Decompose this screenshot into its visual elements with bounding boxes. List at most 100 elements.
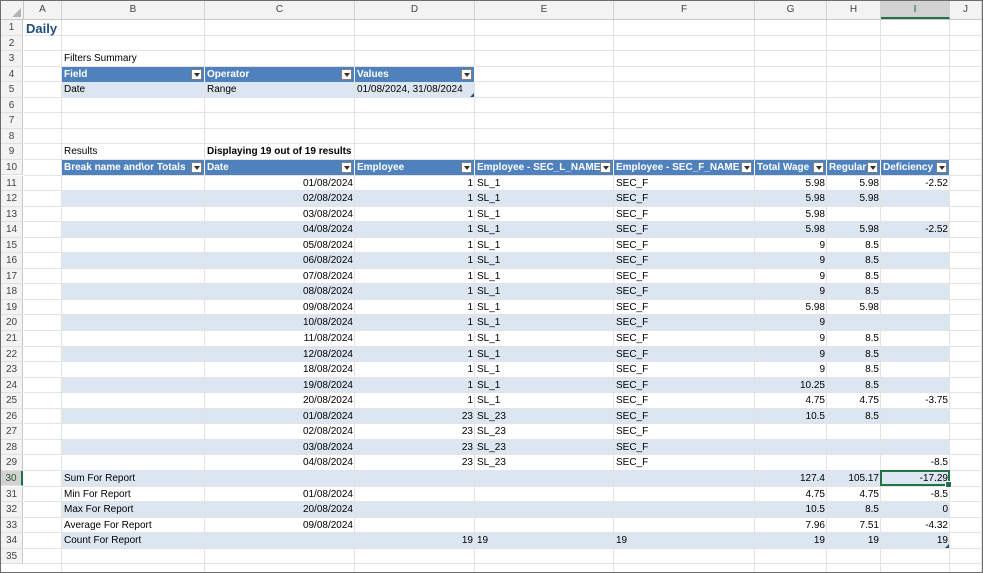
row-header-8[interactable]: 8 <box>1 128 23 145</box>
filters-header-0[interactable]: Field <box>62 66 205 83</box>
table-cell[interactable]: SEC_F <box>614 253 755 269</box>
table-cell[interactable]: 10/08/2024 <box>205 315 355 331</box>
table-cell[interactable]: 19 <box>614 533 755 549</box>
table-cell[interactable]: 4.75 <box>755 487 827 503</box>
filter-dropdown-icon[interactable] <box>191 161 202 173</box>
table-cell[interactable]: SL_1 <box>475 362 614 378</box>
row-header-23[interactable]: 23 <box>1 362 23 378</box>
table-cell[interactable]: 20/08/2024 <box>205 502 355 518</box>
filter-dropdown-icon[interactable] <box>461 161 472 173</box>
row-header-7[interactable]: 7 <box>1 113 23 129</box>
table-cell[interactable]: 1 <box>355 378 475 394</box>
table-cell[interactable]: SEC_F <box>614 393 755 409</box>
table-cell[interactable]: SL_1 <box>475 300 614 316</box>
row-header-33[interactable]: 33 <box>1 517 23 534</box>
table-resize-handle[interactable] <box>470 92 474 97</box>
column-header-c[interactable]: C <box>205 1 355 19</box>
table-cell[interactable]: 1 <box>355 315 475 331</box>
table-cell[interactable]: 127.4 <box>755 471 827 487</box>
table-cell[interactable]: 06/08/2024 <box>205 253 355 269</box>
table-cell[interactable]: 1 <box>355 362 475 378</box>
table-cell[interactable]: SL_1 <box>475 191 614 207</box>
table-cell[interactable]: 8.5 <box>827 253 881 269</box>
table-cell[interactable]: Max For Report <box>62 502 205 518</box>
table-cell[interactable]: SEC_F <box>614 300 755 316</box>
table-cell[interactable]: 9 <box>755 253 827 269</box>
filter-dropdown-icon[interactable] <box>867 161 878 173</box>
table-header-0[interactable]: Break name and\or Totals <box>62 159 205 176</box>
row-header-27[interactable]: 27 <box>1 424 23 440</box>
table-cell[interactable]: 9 <box>755 284 827 300</box>
table-cell[interactable]: 4.75 <box>755 393 827 409</box>
table-cell[interactable]: -4.32 <box>881 518 950 534</box>
row-header-32[interactable]: 32 <box>1 502 23 518</box>
results-label[interactable]: Results <box>62 144 205 160</box>
table-cell[interactable]: 03/08/2024 <box>205 207 355 223</box>
table-cell[interactable]: SEC_F <box>614 284 755 300</box>
table-cell[interactable]: 23 <box>355 440 475 456</box>
row-header-21[interactable]: 21 <box>1 331 23 347</box>
row-header-22[interactable]: 22 <box>1 346 23 363</box>
fill-handle[interactable] <box>945 481 952 489</box>
row-header-5[interactable]: 5 <box>1 82 23 98</box>
row-header-4[interactable]: 4 <box>1 66 23 83</box>
table-cell[interactable]: SL_1 <box>475 331 614 347</box>
worksheet-grid[interactable]: Daily Filters Summary Field Operator Values D… <box>24 20 982 572</box>
table-cell[interactable]: 4.75 <box>827 393 881 409</box>
table-cell[interactable]: -2.52 <box>881 222 950 238</box>
table-cell[interactable]: 0 <box>881 502 950 518</box>
table-cell[interactable]: 1 <box>355 300 475 316</box>
table-header-3[interactable]: Employee - SEC_L_NAME <box>475 159 614 176</box>
table-cell[interactable]: 5.98 <box>827 222 881 238</box>
row-header-17[interactable]: 17 <box>1 268 23 285</box>
row-header-35[interactable]: 35 <box>1 548 23 565</box>
table-cell[interactable]: 9 <box>755 331 827 347</box>
table-cell[interactable]: 1 <box>355 347 475 363</box>
table-cell[interactable]: 02/08/2024 <box>205 191 355 207</box>
table-cell[interactable]: 19 <box>755 533 827 549</box>
table-cell[interactable]: SEC_F <box>614 176 755 192</box>
row-header-20[interactable]: 20 <box>1 315 23 331</box>
row-header-9[interactable]: 9 <box>1 144 23 160</box>
table-cell[interactable]: 07/08/2024 <box>205 269 355 285</box>
row-header-15[interactable]: 15 <box>1 237 23 254</box>
table-cell[interactable]: 1 <box>355 207 475 223</box>
table-cell[interactable]: SL_1 <box>475 238 614 254</box>
table-cell[interactable]: 9 <box>755 347 827 363</box>
table-cell[interactable]: -8.5 <box>881 455 950 471</box>
table-cell[interactable]: 11/08/2024 <box>205 331 355 347</box>
row-header-28[interactable]: 28 <box>1 439 23 456</box>
table-header-4[interactable]: Employee - SEC_F_NAME <box>614 159 755 176</box>
column-header-i[interactable]: I <box>881 1 950 19</box>
table-cell[interactable]: 5.98 <box>827 176 881 192</box>
table-cell[interactable]: 5.98 <box>755 207 827 223</box>
table-cell[interactable]: SL_1 <box>475 393 614 409</box>
table-cell[interactable]: SL_1 <box>475 207 614 223</box>
results-count[interactable]: Displaying 19 out of 19 results <box>205 144 475 160</box>
column-header-f[interactable]: F <box>614 1 755 19</box>
table-cell[interactable]: -8.5 <box>881 487 950 503</box>
table-cell[interactable]: 5.98 <box>755 191 827 207</box>
table-cell[interactable]: 9 <box>755 269 827 285</box>
table-cell[interactable]: 8.5 <box>827 362 881 378</box>
table-cell[interactable]: 1 <box>355 253 475 269</box>
table-cell[interactable]: SL_1 <box>475 284 614 300</box>
table-cell[interactable]: -2.52 <box>881 176 950 192</box>
table-cell[interactable]: SL_23 <box>475 409 614 425</box>
table-cell[interactable]: 19/08/2024 <box>205 378 355 394</box>
row-header-26[interactable]: 26 <box>1 408 23 425</box>
table-cell[interactable]: SL_1 <box>475 176 614 192</box>
table-cell[interactable]: 08/08/2024 <box>205 284 355 300</box>
table-cell[interactable]: 8.5 <box>827 502 881 518</box>
table-cell[interactable]: SEC_F <box>614 440 755 456</box>
table-cell[interactable]: 5.98 <box>755 300 827 316</box>
table-resize-handle[interactable] <box>945 543 949 548</box>
table-cell[interactable]: 7.51 <box>827 518 881 534</box>
table-cell[interactable]: 9 <box>755 238 827 254</box>
table-cell[interactable]: 8.5 <box>827 347 881 363</box>
table-cell[interactable]: SL_1 <box>475 315 614 331</box>
table-cell[interactable]: 05/08/2024 <box>205 238 355 254</box>
table-cell[interactable]: 02/08/2024 <box>205 424 355 440</box>
table-cell[interactable]: 1 <box>355 269 475 285</box>
table-header-2[interactable]: Employee <box>355 159 475 176</box>
